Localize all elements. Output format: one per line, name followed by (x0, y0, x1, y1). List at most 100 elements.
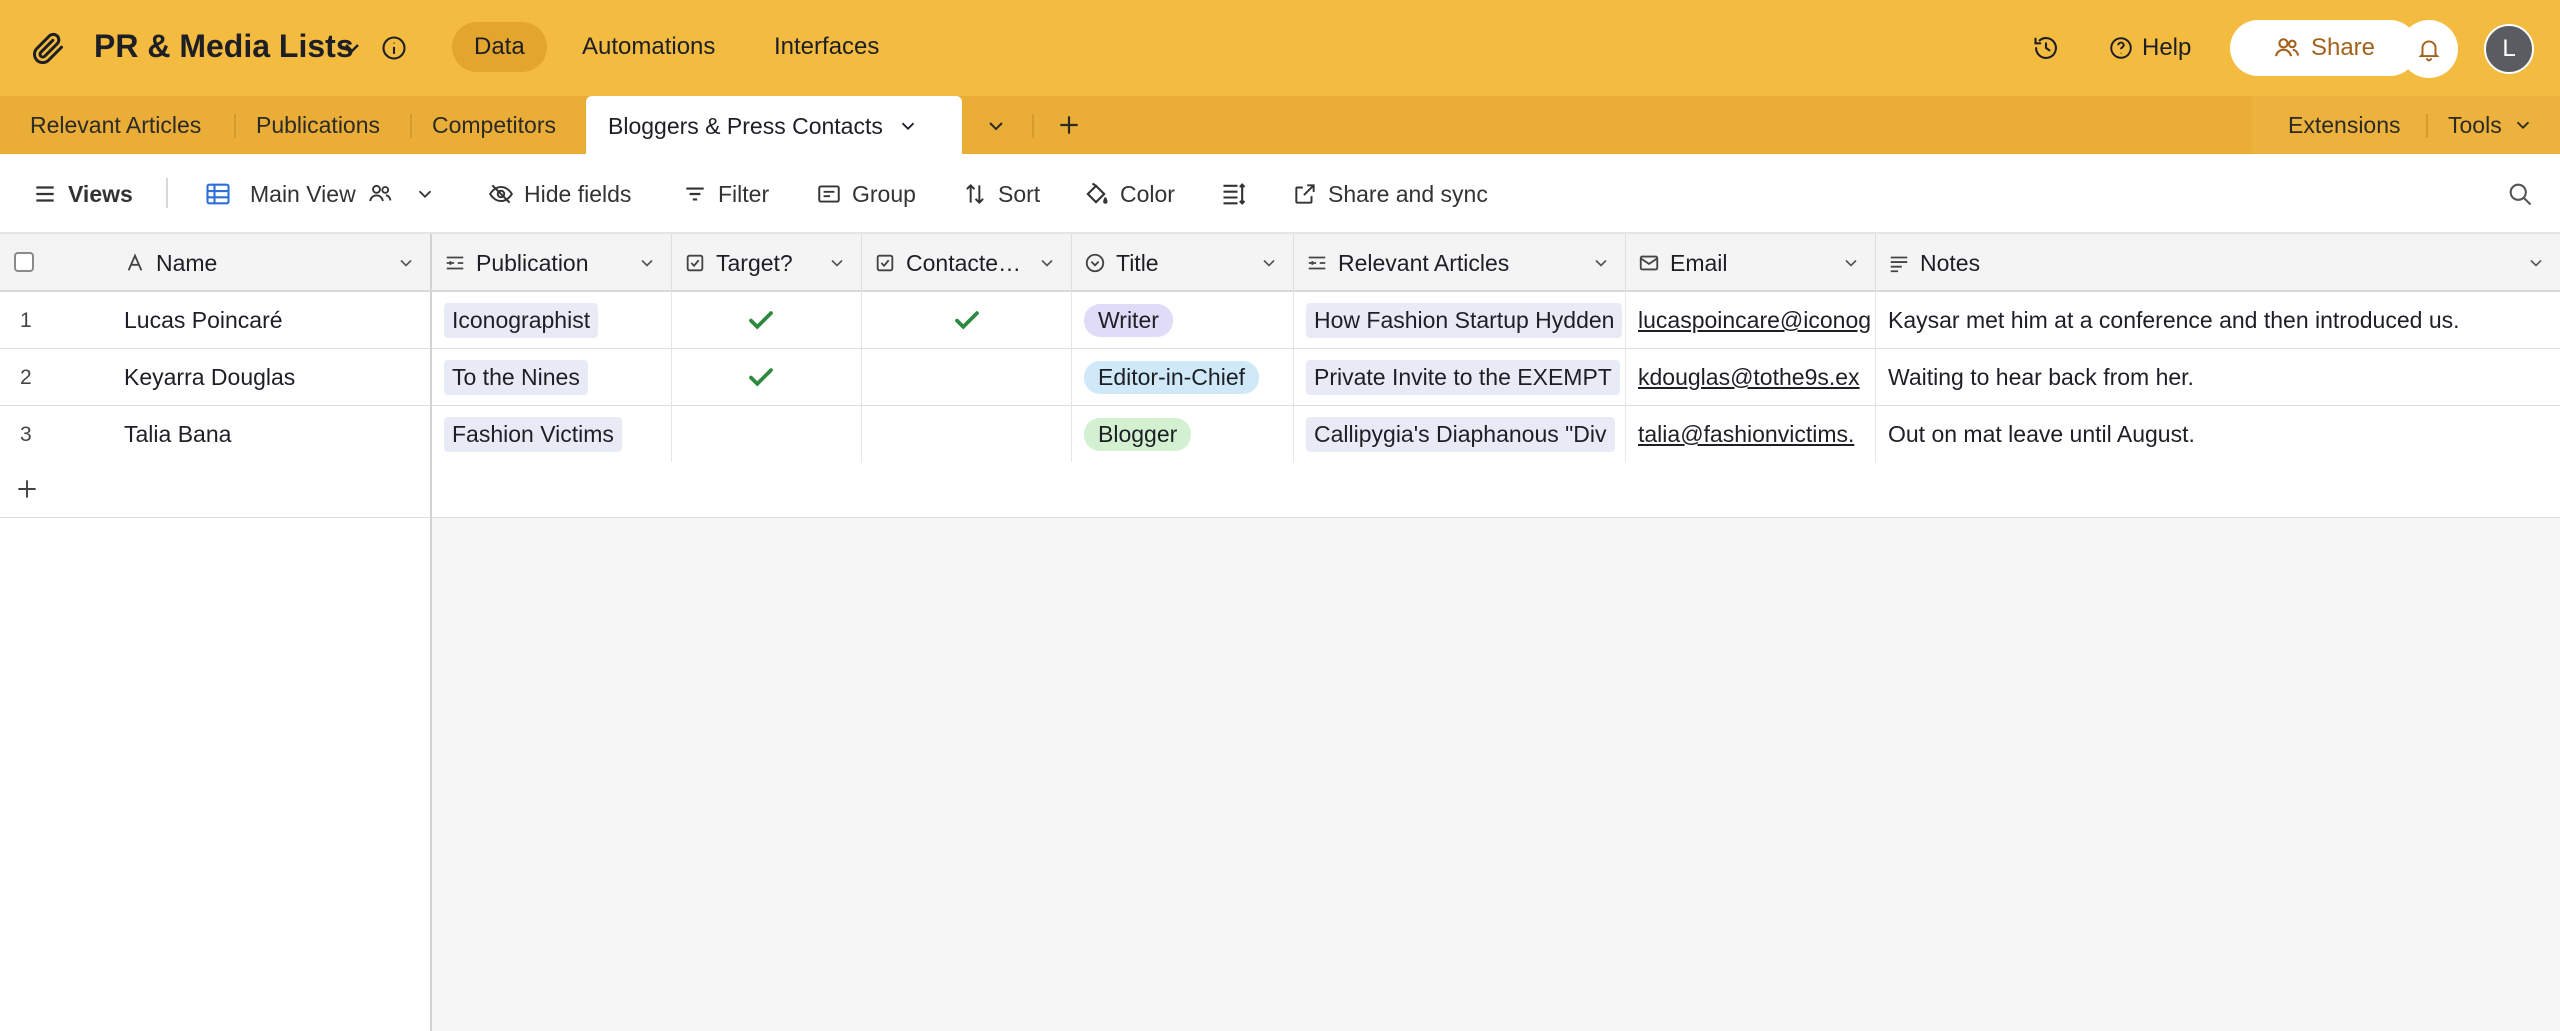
title-cell[interactable]: Blogger (1072, 406, 1294, 463)
all-tables-chevron-icon[interactable] (984, 114, 1008, 138)
base-title[interactable]: PR & Media Lists (94, 28, 354, 65)
chevron-down-icon[interactable] (1037, 253, 1057, 273)
chevron-down-icon[interactable] (1259, 253, 1279, 273)
column-header-title[interactable]: Title (1072, 234, 1294, 292)
add-table-icon[interactable] (1056, 112, 1082, 138)
email-cell[interactable]: kdouglas@tothe9s.ex (1626, 349, 1876, 406)
tab-divider (1032, 114, 1034, 138)
linked-record-pill[interactable]: Iconographist (444, 303, 599, 338)
publication-cell[interactable]: Iconographist (432, 292, 672, 349)
name-cell[interactable]: Lucas Poincaré (112, 292, 432, 349)
email-link[interactable]: talia@fashionvictims. (1638, 421, 1854, 448)
search-icon[interactable] (2506, 180, 2534, 208)
add-record-row-frozen[interactable] (0, 462, 432, 518)
notes-cell[interactable]: Kaysar met him at a conference and then … (1876, 292, 2560, 349)
tab-publications[interactable]: Publications (256, 96, 380, 154)
column-header-relevant-articles[interactable]: Relevant Articles (1294, 234, 1626, 292)
column-header-target[interactable]: Target? (672, 234, 862, 292)
select-all-checkbox[interactable] (14, 252, 34, 272)
email-link[interactable]: lucaspoincare@iconog (1638, 307, 1871, 334)
contacted-cell[interactable] (862, 406, 1072, 463)
row-number: 1 (20, 308, 32, 332)
active-tab-label: Bloggers & Press Contacts (608, 112, 883, 139)
column-header-notes[interactable]: Notes (1876, 234, 2560, 292)
target-cell[interactable] (672, 292, 862, 349)
view-switcher[interactable]: Main View (204, 178, 436, 210)
relevant-articles-cell[interactable]: Callipygia's Diaphanous "Div (1294, 406, 1626, 463)
avatar[interactable]: L (2484, 24, 2534, 74)
contacted-cell[interactable] (862, 349, 1072, 406)
chevron-down-icon (2516, 121, 2529, 130)
select-pill: Editor-in-Chief (1084, 361, 1259, 394)
linked-record-pill[interactable]: Private Invite to the EXEMPT (1306, 360, 1620, 395)
nav-tab-interfaces[interactable]: Interfaces (752, 22, 901, 72)
nav-tab-data[interactable]: Data (452, 22, 547, 72)
chevron-down-icon[interactable] (340, 36, 364, 60)
chevron-down-icon[interactable] (897, 115, 919, 137)
row-height-icon[interactable] (1220, 180, 1248, 208)
name-cell[interactable]: Keyarra Douglas (112, 349, 432, 406)
name-cell[interactable]: Talia Bana (112, 406, 432, 463)
linked-record-pill[interactable]: How Fashion Startup Hydden (1306, 303, 1623, 338)
info-icon[interactable] (380, 34, 408, 62)
help-button[interactable]: Help (2108, 30, 2191, 66)
check-icon (749, 311, 773, 330)
linked-record-icon (446, 256, 464, 270)
help-label: Help (2142, 34, 2192, 61)
title-cell[interactable]: Writer (1072, 292, 1294, 349)
hide-fields-button[interactable]: Hide fields (488, 178, 631, 210)
publication-cell[interactable]: To the Nines (432, 349, 672, 406)
column-header-email[interactable]: Email (1626, 234, 1876, 292)
select-pill: Writer (1084, 304, 1173, 337)
chevron-down-icon[interactable] (2526, 253, 2546, 273)
relevant-articles-cell[interactable]: Private Invite to the EXEMPT (1294, 349, 1626, 406)
nav-tab-automations[interactable]: Automations (560, 22, 737, 72)
column-header-publication[interactable]: Publication (432, 234, 672, 292)
column-header-label: Relevant Articles (1338, 249, 1510, 276)
relevant-articles-cell[interactable]: How Fashion Startup Hydden (1294, 292, 1626, 349)
linked-record-pill[interactable]: Fashion Victims (444, 417, 622, 452)
chevron-down-icon[interactable] (637, 253, 657, 273)
share-button[interactable]: Share (2230, 20, 2418, 76)
target-cell[interactable] (672, 349, 862, 406)
chevron-down-icon[interactable] (1841, 253, 1861, 273)
column-header-label: Name (156, 249, 218, 276)
column-header-name[interactable]: Name (112, 234, 432, 292)
linked-record-pill[interactable]: To the Nines (444, 360, 588, 395)
chevron-down-icon[interactable] (396, 253, 416, 273)
email-cell[interactable]: lucaspoincare@iconog (1626, 292, 1876, 349)
sort-button[interactable]: Sort (962, 178, 1040, 210)
email-link[interactable]: kdouglas@tothe9s.ex (1638, 364, 1860, 391)
plus-icon[interactable] (14, 476, 40, 502)
tab-divider (234, 114, 236, 138)
tab-relevant-articles[interactable]: Relevant Articles (30, 96, 201, 154)
notes-cell[interactable]: Waiting to hear back from her. (1876, 349, 2560, 406)
notifications-button[interactable] (2400, 20, 2458, 78)
long-text-icon (1890, 256, 1908, 273)
history-icon[interactable] (2032, 34, 2060, 62)
text-field-icon (127, 253, 143, 271)
group-button[interactable]: Group (816, 178, 916, 210)
views-button[interactable]: Views (32, 178, 133, 210)
extensions-button[interactable]: Extensions (2288, 96, 2401, 154)
tab-bloggers-press-contacts[interactable]: Bloggers & Press Contacts (586, 96, 962, 156)
email-cell[interactable]: talia@fashionvictims. (1626, 406, 1876, 463)
share-and-sync-button[interactable]: Share and sync (1292, 178, 1488, 210)
filter-button[interactable]: Filter (682, 178, 769, 210)
notes-cell[interactable]: Out on mat leave until August. (1876, 406, 2560, 463)
linked-record-pill[interactable]: Callipygia's Diaphanous "Div (1306, 417, 1615, 452)
color-button[interactable]: Color (1082, 178, 1175, 210)
column-header-contacted[interactable]: Contacte… (862, 234, 1072, 292)
chevron-down-icon[interactable] (1591, 253, 1611, 273)
publication-cell[interactable]: Fashion Victims (432, 406, 672, 463)
menu-icon (36, 186, 54, 202)
target-cell[interactable] (672, 406, 862, 463)
tab-competitors[interactable]: Competitors (432, 96, 556, 154)
chevron-down-icon (418, 190, 431, 199)
paperclip-logo-icon[interactable] (30, 30, 66, 66)
tools-button[interactable]: Tools (2448, 96, 2534, 154)
chevron-down-icon[interactable] (827, 253, 847, 273)
contacted-cell[interactable] (862, 292, 1072, 349)
title-cell[interactable]: Editor-in-Chief (1072, 349, 1294, 406)
color-label: Color (1120, 180, 1175, 207)
